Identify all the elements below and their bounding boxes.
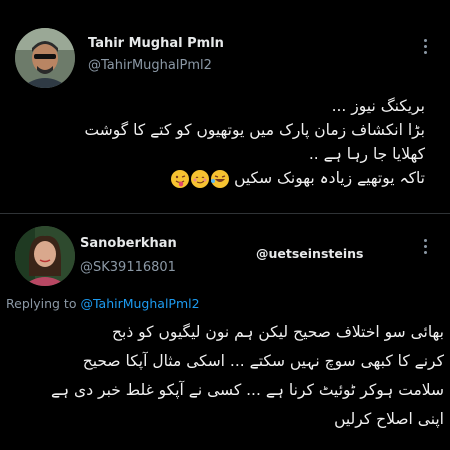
watermark-handle: @uetseinsteins xyxy=(256,246,364,261)
tweet-line: تاکہ یوتھیے زیادہ بھونک سکیں xyxy=(0,166,425,190)
more-options-icon[interactable] xyxy=(424,36,427,57)
tweet-line: بھائی سو اختلاف صحیح لیکن ہم نون لیگیوں … xyxy=(112,323,444,341)
avatar[interactable] xyxy=(15,226,75,286)
display-name[interactable]: Sanoberkhan xyxy=(80,236,177,251)
user-handle[interactable]: @SK39116801 xyxy=(80,260,176,275)
replying-to-label: Replying to xyxy=(6,296,77,311)
more-options-icon[interactable] xyxy=(424,236,427,257)
avatar[interactable] xyxy=(15,28,75,88)
user-handle[interactable]: @TahirMughalPml2 xyxy=(88,58,212,73)
tweet-line: کھلایا جا رہا ہے .. xyxy=(308,145,425,163)
display-name[interactable]: Tahir Mughal Pmln xyxy=(88,36,224,51)
tweet-line: بریکنگ نیوز ... xyxy=(331,97,425,115)
tweet-divider xyxy=(0,213,450,214)
tweet-line: سلامت ہوکر ٹوئیٹ کرنا ہے ... کسی نے آپکو… xyxy=(50,381,444,399)
tweet-body: بریکنگ نیوز ... بڑا انکشاف زمان پارک میں… xyxy=(0,94,425,190)
replying-to: Replying to @TahirMughalPml2 xyxy=(6,296,200,311)
tweet-line-text: تاکہ یوتھیے زیادہ بھونک سکیں xyxy=(234,169,425,187)
tweet-line: بڑا انکشاف زمان پارک میں یوتھیوں کو کتے … xyxy=(84,121,425,139)
tweet-body: بھائی سو اختلاف صحیح لیکن ہم نون لیگیوں … xyxy=(0,318,444,434)
tongue-wink-emoji xyxy=(171,169,190,188)
smirk-emoji xyxy=(191,169,210,188)
tweet-line: کرنے کا کبھی سوچ نہیں سکتے ... اسکی مثال… xyxy=(82,352,444,370)
replying-to-link[interactable]: @TahirMughalPml2 xyxy=(80,296,199,311)
tweet-line: اپنی اصلاح کرلیں xyxy=(334,410,444,428)
rofl-emoji xyxy=(211,169,230,188)
